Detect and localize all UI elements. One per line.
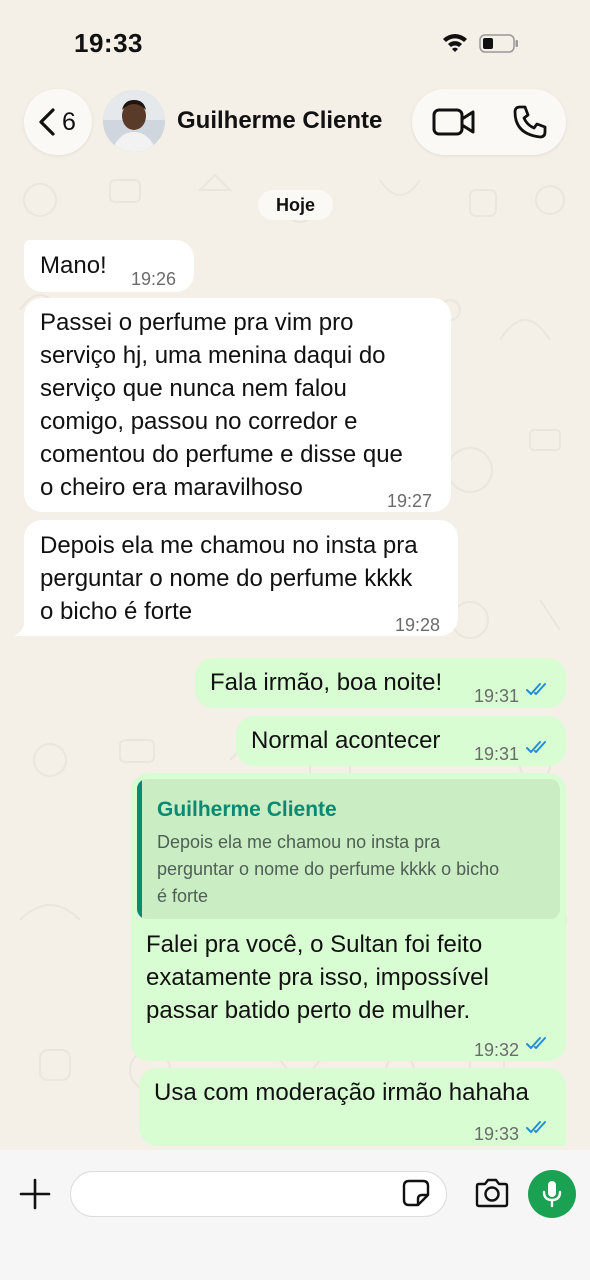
sticker-icon[interactable] (401, 1178, 431, 1208)
message-text: Usa com moderação irmão hahaha (154, 1079, 529, 1106)
message-input[interactable] (70, 1171, 447, 1217)
message-bubble-incoming[interactable]: Mano! 19:26 (24, 240, 194, 292)
date-separator: Hoje (258, 190, 333, 220)
message-line: perguntar o nome do perfume kkkk (40, 565, 413, 592)
phone-icon[interactable] (512, 104, 548, 140)
message-line: o bicho é forte (40, 598, 193, 625)
chevron-left-icon (39, 108, 55, 136)
microphone-button[interactable] (528, 1170, 576, 1218)
back-button[interactable]: 6 (24, 89, 92, 155)
unread-count: 6 (62, 108, 76, 136)
message-time: 19:28 (395, 615, 441, 635)
message-bubble-incoming[interactable]: Depois ela me chamou no insta pra pergun… (24, 520, 458, 636)
battery-icon (479, 34, 518, 53)
message-line: o cheiro era maravilhoso (40, 474, 303, 501)
message-time: 19:31 (474, 686, 520, 706)
message-line: Passei o perfume pra vim pro (40, 309, 354, 336)
camera-icon[interactable] (474, 1177, 510, 1209)
read-receipt-icon (526, 683, 546, 695)
message-line: Depois ela me chamou no insta pra (40, 532, 418, 559)
microphone-icon (542, 1181, 562, 1208)
read-receipt-icon (526, 1121, 546, 1133)
message-bubble-outgoing[interactable]: Guilherme Cliente Depois ela me chamou n… (131, 773, 566, 1061)
wifi-icon (443, 34, 467, 52)
message-time: 19:33 (474, 1124, 520, 1144)
message-bubble-outgoing[interactable]: Fala irmão, boa noite! 19:31 (195, 658, 566, 708)
message-time: 19:32 (474, 1040, 520, 1060)
status-bar: 19:33 (0, 0, 590, 80)
quote-line: perguntar o nome do perfume kkkk o bicho (157, 859, 500, 879)
contact-name[interactable]: Guilherme Cliente (177, 107, 382, 135)
video-camera-icon[interactable] (432, 105, 476, 139)
message-time: 19:31 (474, 744, 520, 764)
quote-accent-bar (137, 779, 142, 919)
message-time: 19:26 (131, 269, 177, 289)
message-line: exatamente pra isso, impossível (146, 964, 489, 991)
plus-icon[interactable] (19, 1178, 51, 1210)
message-line: comentou do perfume e disse que (40, 441, 403, 468)
quote-author: Guilherme Cliente (157, 798, 337, 821)
message-text: Mano! (40, 252, 107, 279)
avatar[interactable] (103, 90, 165, 152)
quote-line: é forte (157, 886, 209, 906)
message-bubble-outgoing[interactable]: Usa com moderação irmão hahaha 19:33 (139, 1068, 566, 1146)
quoted-message[interactable]: Guilherme Cliente Depois ela me chamou n… (137, 779, 560, 919)
message-line: Falei pra você, o Sultan foi feito (146, 931, 483, 958)
bubble-tail (14, 616, 34, 636)
message-text: Fala irmão, boa noite! (210, 669, 443, 696)
call-actions (412, 89, 566, 155)
message-line: passar batido perto de mulher. (146, 997, 471, 1024)
read-receipt-icon (526, 1037, 546, 1049)
contact-photo (103, 90, 165, 152)
read-receipt-icon (526, 741, 546, 753)
message-line: serviço que nunca nem falou (40, 375, 347, 402)
composer-bar (0, 1150, 590, 1280)
message-time: 19:27 (387, 491, 433, 511)
message-line: comigo, passou no corredor e (40, 408, 358, 435)
message-bubble-outgoing[interactable]: Normal acontecer 19:31 (236, 716, 566, 766)
message-line: serviço hj, uma menina daqui do (40, 342, 386, 369)
status-time: 19:33 (74, 28, 143, 58)
message-bubble-incoming[interactable]: Passei o perfume pra vim pro serviço hj,… (24, 298, 451, 512)
quote-line: Depois ela me chamou no insta pra (157, 832, 441, 852)
message-text: Normal acontecer (251, 727, 441, 754)
